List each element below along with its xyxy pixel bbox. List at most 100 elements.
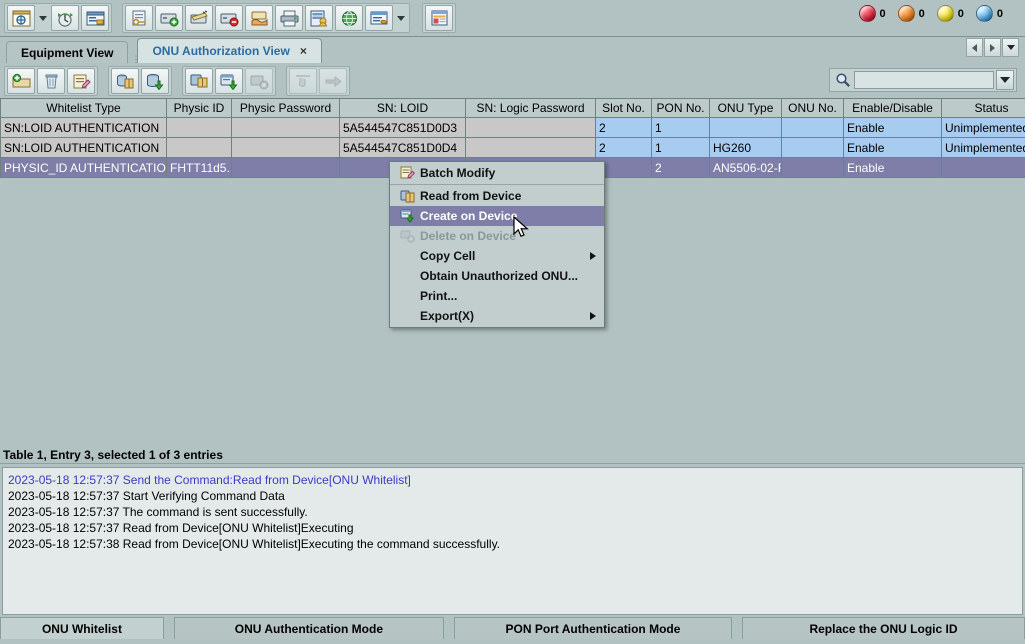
window-layout-icon[interactable] — [425, 5, 453, 31]
table-header-5[interactable]: Slot No. — [595, 98, 652, 118]
context-menu-item-read-from-device[interactable]: Read from Device — [390, 186, 604, 206]
warning-alarm-indicator[interactable]: 0 — [975, 5, 1003, 22]
server-user-icon[interactable] — [305, 5, 333, 31]
search-input[interactable] — [854, 71, 994, 89]
tab-list-button[interactable] — [1002, 38, 1019, 57]
table-header-8[interactable]: ONU No. — [781, 98, 844, 118]
context-menu-item-batch-modify[interactable]: Batch Modify — [390, 163, 604, 183]
printer-icon[interactable] — [275, 5, 303, 31]
log-line[interactable]: 2023-05-18 12:57:37 Send the Command:Rea… — [8, 472, 1017, 488]
download-icon[interactable] — [215, 68, 243, 94]
table-cell[interactable]: Enable — [843, 137, 942, 158]
context-menu-item-create-on-device[interactable]: Create on Device — [390, 206, 604, 226]
tab-prev-button[interactable] — [966, 38, 983, 57]
table-cell[interactable]: 1 — [651, 137, 710, 158]
table-cell[interactable]: SN:LOID AUTHENTICATION — [0, 117, 167, 138]
table-cell[interactable]: HG260 — [709, 137, 782, 158]
scheduler-config-icon[interactable] — [7, 5, 35, 31]
table-cell[interactable]: 2 — [595, 137, 652, 158]
table-cell[interactable]: 5A544547C851D0D4 — [339, 137, 466, 158]
timer-task-icon[interactable] — [51, 5, 79, 31]
search-icon[interactable] — [832, 70, 854, 90]
batch-modify-icon[interactable] — [67, 68, 95, 94]
major-alarm-indicator[interactable]: 0 — [897, 5, 925, 22]
report-icon[interactable] — [365, 5, 393, 31]
context-menu-item-copy-cell[interactable]: Copy Cell — [390, 246, 604, 266]
upload-icon[interactable] — [185, 68, 213, 94]
table-cell[interactable]: 5A544547C851D0D3 — [339, 117, 466, 138]
table-cell[interactable]: 1 — [651, 117, 710, 138]
bottom-tab-onu-whitelist[interactable]: ONU Whitelist — [0, 617, 164, 639]
table-context-menu[interactable]: Batch Modify Read from Device Create on De… — [389, 161, 605, 328]
table-cell[interactable] — [781, 137, 844, 158]
table-header-6[interactable]: PON No. — [651, 98, 710, 118]
create-on-device-icon[interactable] — [141, 68, 169, 94]
critical-alarm-count: 0 — [879, 7, 886, 20]
bottom-tab-onu-authentication-mode[interactable]: ONU Authentication Mode — [173, 617, 444, 639]
table-header-2[interactable]: Physic Password — [231, 98, 340, 118]
table-cell[interactable] — [231, 157, 340, 178]
chevron-down-icon[interactable] — [36, 5, 50, 31]
read-from-device-icon[interactable] — [111, 68, 139, 94]
warning-alarm-count: 0 — [996, 7, 1003, 20]
table-cell[interactable]: AN5506-02-F — [709, 157, 782, 178]
chevron-down-icon-2[interactable] — [394, 5, 408, 31]
critical-alarm-indicator[interactable]: 0 — [858, 5, 886, 22]
table-cell[interactable] — [709, 117, 782, 138]
table-cell[interactable] — [166, 137, 232, 158]
table-cell[interactable] — [231, 137, 340, 158]
bottom-tab-bar: ONU Whitelist ONU Authentication Mode PON … — [0, 617, 1025, 644]
table-header-9[interactable]: Enable/Disable — [843, 98, 942, 118]
globe-icon[interactable] — [335, 5, 363, 31]
table-cell[interactable] — [166, 117, 232, 138]
bottom-tab-label: PON Port Authentication Mode — [505, 621, 681, 636]
table-header-1[interactable]: Physic ID — [166, 98, 232, 118]
context-menu-item-export-x[interactable]: Export(X) — [390, 306, 604, 326]
device-add-icon[interactable] — [155, 5, 183, 31]
table-cell[interactable] — [941, 157, 1025, 178]
bottom-tab-pon-port-authentication-mode[interactable]: PON Port Authentication Mode — [453, 617, 733, 639]
table-cell[interactable]: SN:LOID AUTHENTICATION — [0, 137, 167, 158]
table-cell[interactable] — [231, 117, 340, 138]
table-cell[interactable] — [465, 117, 596, 138]
table-header-7[interactable]: ONU Type — [709, 98, 782, 118]
tab-next-button[interactable] — [984, 38, 1001, 57]
bottom-tab-replace-the-onu-logic-id[interactable]: Replace the ONU Logic ID — [741, 617, 1025, 639]
context-menu-item-obtain-unauthorized-onu[interactable]: Obtain Unauthorized ONU... — [390, 266, 604, 286]
table-row[interactable]: SN:LOID AUTHENTICATION 5A544547C851D0D4 2 1… — [0, 137, 1025, 158]
device-list-icon[interactable] — [81, 5, 109, 31]
table-status-text: Table 1, Entry 3, selected 1 of 3 entrie… — [3, 448, 223, 462]
table-header-0[interactable]: Whitelist Type — [0, 98, 167, 118]
table-cell[interactable] — [781, 117, 844, 138]
table-row[interactable]: SN:LOID AUTHENTICATION 5A544547C851D0D3 2 1… — [0, 117, 1025, 138]
document-key-icon[interactable] — [125, 5, 153, 31]
context-menu-item-print[interactable]: Print... — [390, 286, 604, 306]
table-header-3[interactable]: SN: LOID — [339, 98, 466, 118]
table-header-4[interactable]: SN: Logic Password — [465, 98, 596, 118]
tab-equipment-view[interactable]: Equipment View — [6, 41, 129, 63]
table-cell[interactable]: Enable — [843, 117, 942, 138]
table-header-10[interactable]: Status — [941, 98, 1025, 118]
close-icon[interactable]: × — [300, 44, 307, 58]
table-cell[interactable]: FHTT11d5... — [166, 157, 232, 178]
table-cell[interactable] — [781, 157, 844, 178]
operation-log-panel[interactable]: 2023-05-18 12:57:37 Send the Command:Rea… — [2, 467, 1023, 615]
table-cell[interactable]: 2 — [595, 117, 652, 138]
table-cell[interactable]: Enable — [843, 157, 942, 178]
search-dropdown-button[interactable] — [996, 70, 1014, 90]
log-line: 2023-05-18 12:57:37 The command is sent … — [8, 505, 308, 519]
table-cell[interactable]: PHYSIC_ID AUTHENTICATION — [0, 157, 167, 178]
tab-onu-authorization-view[interactable]: ONU Authorization View × — [137, 38, 322, 63]
toolbar-group-2 — [122, 3, 410, 33]
table-cell[interactable]: Unimplemented — [941, 117, 1025, 138]
table-cell[interactable]: Unimplemented — [941, 137, 1025, 158]
device-hand-icon[interactable] — [245, 5, 273, 31]
device-sync-icon[interactable] — [185, 5, 213, 31]
new-record-icon[interactable] — [7, 68, 35, 94]
mouse-cursor — [513, 215, 531, 243]
delete-record-icon[interactable] — [37, 68, 65, 94]
table-cell[interactable] — [465, 137, 596, 158]
minor-alarm-indicator[interactable]: 0 — [936, 5, 964, 22]
table-cell[interactable]: 2 — [651, 157, 710, 178]
device-remove-icon[interactable] — [215, 5, 243, 31]
